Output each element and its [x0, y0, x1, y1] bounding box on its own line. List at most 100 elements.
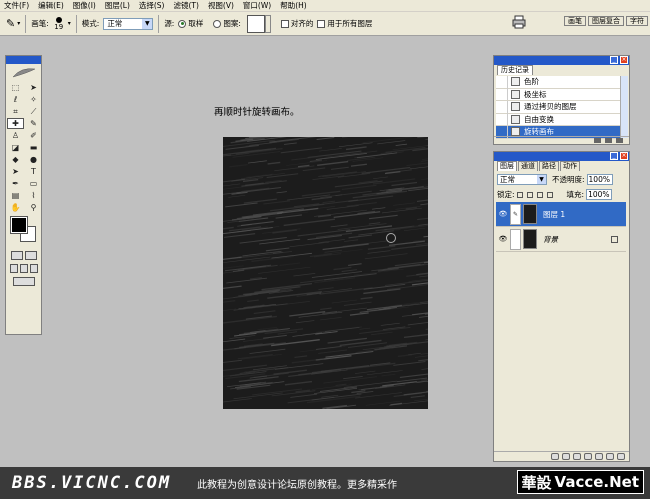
history-source-box[interactable] [496, 100, 508, 113]
new-set-icon[interactable] [584, 453, 592, 460]
new-layer-icon[interactable] [606, 453, 614, 460]
lasso-tool-icon[interactable]: ℓ [7, 94, 24, 105]
history-item[interactable]: 极坐标 [496, 88, 621, 101]
minimize-icon[interactable]: _ [610, 56, 618, 64]
document-canvas[interactable] [223, 137, 428, 409]
trash-icon[interactable] [616, 138, 623, 143]
crop-tool-icon[interactable]: ⌗ [7, 106, 24, 117]
standard-screen-icon[interactable] [9, 264, 18, 273]
full-screen-icon[interactable] [29, 264, 38, 273]
well-tab-brushes[interactable]: 画笔 [564, 16, 586, 26]
eye-icon[interactable]: 👁 [496, 210, 510, 218]
slice-tool-icon[interactable]: ⟋ [25, 106, 42, 117]
menu-view[interactable]: 视图(V) [208, 0, 234, 11]
history-source-box[interactable] [496, 113, 508, 126]
hand-tool-icon[interactable]: ✋ [7, 202, 24, 213]
jump-to-imageready-icon[interactable] [12, 277, 35, 286]
blur-tool-icon[interactable]: ◆ [7, 154, 24, 165]
layers-titlebar[interactable]: _ × [494, 152, 629, 161]
brush-tool-icon[interactable]: ✎ [25, 118, 42, 129]
magic-wand-tool-icon[interactable]: ✧ [25, 94, 42, 105]
menu-window[interactable]: 窗口(W) [243, 0, 271, 11]
fill-field[interactable]: 100% [586, 189, 613, 200]
history-titlebar[interactable]: _ × [494, 56, 629, 65]
sampled-radio[interactable] [178, 19, 187, 28]
lock-transparent-icon[interactable] [516, 191, 523, 198]
aligned-checkbox[interactable] [280, 19, 289, 28]
full-screen-menu-icon[interactable] [19, 264, 28, 273]
dodge-tool-icon[interactable]: ● [25, 154, 42, 165]
gradient-tool-icon[interactable]: ▬ [25, 142, 42, 153]
history-scrollbar[interactable] [620, 76, 628, 138]
mode-select[interactable]: 正常 ▼ [103, 17, 154, 30]
eyedropper-tool-icon[interactable]: ⌇ [25, 190, 42, 201]
adjustment-layer-icon[interactable] [595, 453, 603, 460]
eraser-tool-icon[interactable]: ◪ [7, 142, 24, 153]
tab-layers[interactable]: 图层 [497, 161, 517, 171]
lock-image-icon[interactable] [526, 191, 533, 198]
menu-help[interactable]: 帮助(H) [280, 0, 307, 11]
history-item[interactable]: 自由变换 [496, 113, 621, 126]
add-mask-icon[interactable] [573, 453, 581, 460]
pen-tool-icon[interactable]: ✒ [7, 178, 24, 189]
pattern-picker-arrow[interactable] [264, 14, 271, 33]
clone-stamp-tool-icon[interactable]: ♙ [7, 130, 24, 141]
foreground-color-swatch[interactable] [10, 216, 28, 234]
lock-position-icon[interactable] [536, 191, 543, 198]
path-selection-tool-icon[interactable]: ➤ [7, 166, 24, 177]
healing-brush-tool-icon[interactable]: ✚ [7, 118, 24, 129]
marquee-tool-icon[interactable]: ⬚ [7, 82, 24, 93]
brush-link-icon[interactable]: ✎ [510, 203, 521, 225]
tool-preset-chevron-icon[interactable]: ▾ [17, 20, 20, 27]
shape-tool-icon[interactable]: ▭ [25, 178, 42, 189]
well-tab-layer-comps[interactable]: 图层复合 [588, 16, 624, 26]
history-item[interactable]: 色阶 [496, 75, 621, 89]
printer-icon[interactable] [512, 15, 526, 29]
close-icon[interactable]: × [620, 152, 628, 160]
lock-all-icon[interactable] [546, 191, 553, 198]
pattern-radio[interactable] [213, 19, 222, 28]
menu-edit[interactable]: 编辑(E) [38, 0, 64, 11]
history-source-box[interactable] [496, 88, 508, 101]
link-box[interactable] [510, 228, 521, 250]
blend-mode-select[interactable]: 正常 ▼ [497, 174, 547, 185]
well-tab-character[interactable]: 字符 [626, 16, 648, 26]
notes-tool-icon[interactable]: ▤ [7, 190, 24, 201]
history-source-box[interactable] [496, 75, 508, 88]
menu-filter[interactable]: 滤镜(T) [174, 0, 199, 11]
menu-image[interactable]: 图像(I) [73, 0, 96, 11]
clone-stamp-tool-icon[interactable]: ✎ [6, 17, 15, 30]
minimize-icon[interactable]: _ [610, 152, 618, 160]
zoom-tool-icon[interactable]: ⚲ [25, 202, 42, 213]
tab-paths[interactable]: 路径 [539, 161, 559, 171]
layer-row[interactable]: 👁 背景 [496, 227, 626, 252]
brush-picker-chevron-icon[interactable]: ▾ [68, 20, 71, 27]
new-snapshot-icon[interactable] [605, 138, 612, 143]
history-brush-tool-icon[interactable]: ✐ [25, 130, 42, 141]
tab-channels[interactable]: 通道 [518, 161, 538, 171]
menu-layer[interactable]: 图层(L) [105, 0, 130, 11]
menu-file[interactable]: 文件(F) [4, 0, 29, 11]
close-icon[interactable]: × [620, 56, 628, 64]
layer-row[interactable]: 👁 ✎ 图层 1 [496, 202, 626, 227]
quick-mask-mode-icon[interactable] [24, 251, 37, 260]
history-item[interactable]: 通过拷贝的图层 [496, 100, 621, 114]
pattern-swatch[interactable] [246, 14, 265, 33]
type-tool-icon[interactable]: T [25, 166, 42, 177]
trash-icon[interactable] [617, 453, 625, 460]
tab-actions[interactable]: 动作 [560, 161, 580, 171]
move-tool-icon[interactable]: ➤ [25, 82, 42, 93]
opacity-field[interactable]: 100% [586, 174, 613, 185]
menu-select[interactable]: 选择(S) [139, 0, 165, 11]
adobe-feather-icon[interactable] [6, 64, 41, 82]
texture-streak [241, 353, 282, 360]
tab-history[interactable]: 历史记录 [497, 65, 533, 75]
new-document-icon[interactable] [594, 138, 601, 143]
link-layers-icon[interactable] [551, 453, 559, 460]
layer-style-icon[interactable] [562, 453, 570, 460]
eye-icon[interactable]: 👁 [496, 235, 510, 243]
brush-picker[interactable]: 19 [52, 15, 66, 33]
standard-mode-icon[interactable] [10, 251, 23, 260]
toolbox-titlebar[interactable] [6, 56, 41, 64]
all-layers-checkbox[interactable] [317, 19, 326, 28]
